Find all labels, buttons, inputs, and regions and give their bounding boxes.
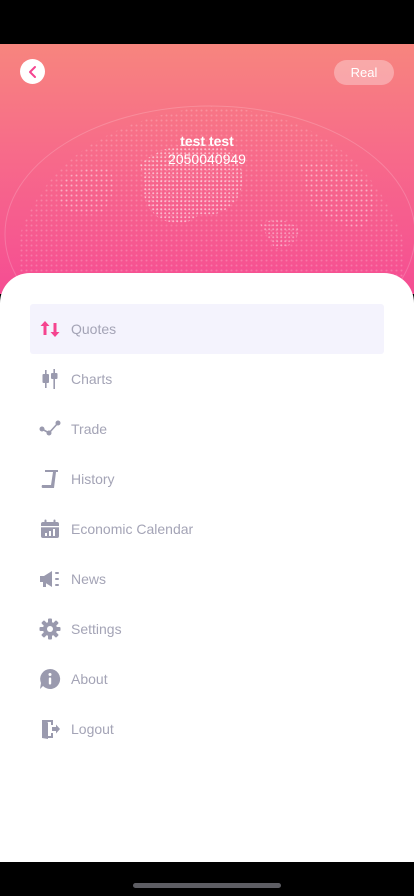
- menu-item-label: News: [71, 571, 107, 587]
- menu-item-label: Quotes: [71, 321, 117, 337]
- user-id: 2050040949: [168, 151, 246, 167]
- chevron-left-icon: [28, 65, 36, 78]
- menu-item-label: History: [71, 471, 115, 487]
- menu-item-label: About: [71, 671, 108, 687]
- menu-item-label: Charts: [71, 371, 113, 387]
- news-icon: [39, 568, 61, 590]
- about-icon: [39, 668, 61, 690]
- menu-item-news[interactable]: News: [30, 554, 384, 604]
- menu-panel: Quotes Charts Trade History Economic Cal…: [0, 273, 414, 862]
- menu-item-trade[interactable]: Trade: [30, 404, 384, 454]
- menu-item-about[interactable]: About: [30, 654, 384, 704]
- side-menu: Quotes Charts Trade History Economic Cal…: [30, 304, 384, 754]
- charts-icon: [39, 368, 61, 390]
- menu-item-settings[interactable]: Settings: [30, 604, 384, 654]
- menu-item-label: Trade: [71, 421, 108, 437]
- logout-icon: [39, 718, 61, 740]
- account-type-badge[interactable]: Real: [334, 60, 394, 85]
- quotes-icon: [39, 318, 61, 340]
- back-button[interactable]: [20, 59, 45, 84]
- calendar-icon: [39, 518, 61, 540]
- menu-item-logout[interactable]: Logout: [30, 704, 384, 754]
- settings-icon: [39, 618, 61, 640]
- menu-item-charts[interactable]: Charts: [30, 354, 384, 404]
- bottom-bar: [0, 862, 414, 896]
- home-indicator[interactable]: [133, 883, 281, 888]
- menu-item-history[interactable]: History: [30, 454, 384, 504]
- menu-item-label: Settings: [71, 621, 122, 637]
- user-name: test test: [180, 133, 234, 149]
- menu-item-label: Economic Calendar: [71, 521, 194, 537]
- trade-icon: [39, 418, 61, 440]
- status-bar: [0, 0, 414, 44]
- menu-item-label: Logout: [71, 721, 114, 737]
- history-icon: [39, 468, 61, 490]
- menu-item-economic-calendar[interactable]: Economic Calendar: [30, 504, 384, 554]
- profile-header: Real test test 2050040949: [0, 44, 414, 294]
- menu-item-quotes[interactable]: Quotes: [30, 304, 384, 354]
